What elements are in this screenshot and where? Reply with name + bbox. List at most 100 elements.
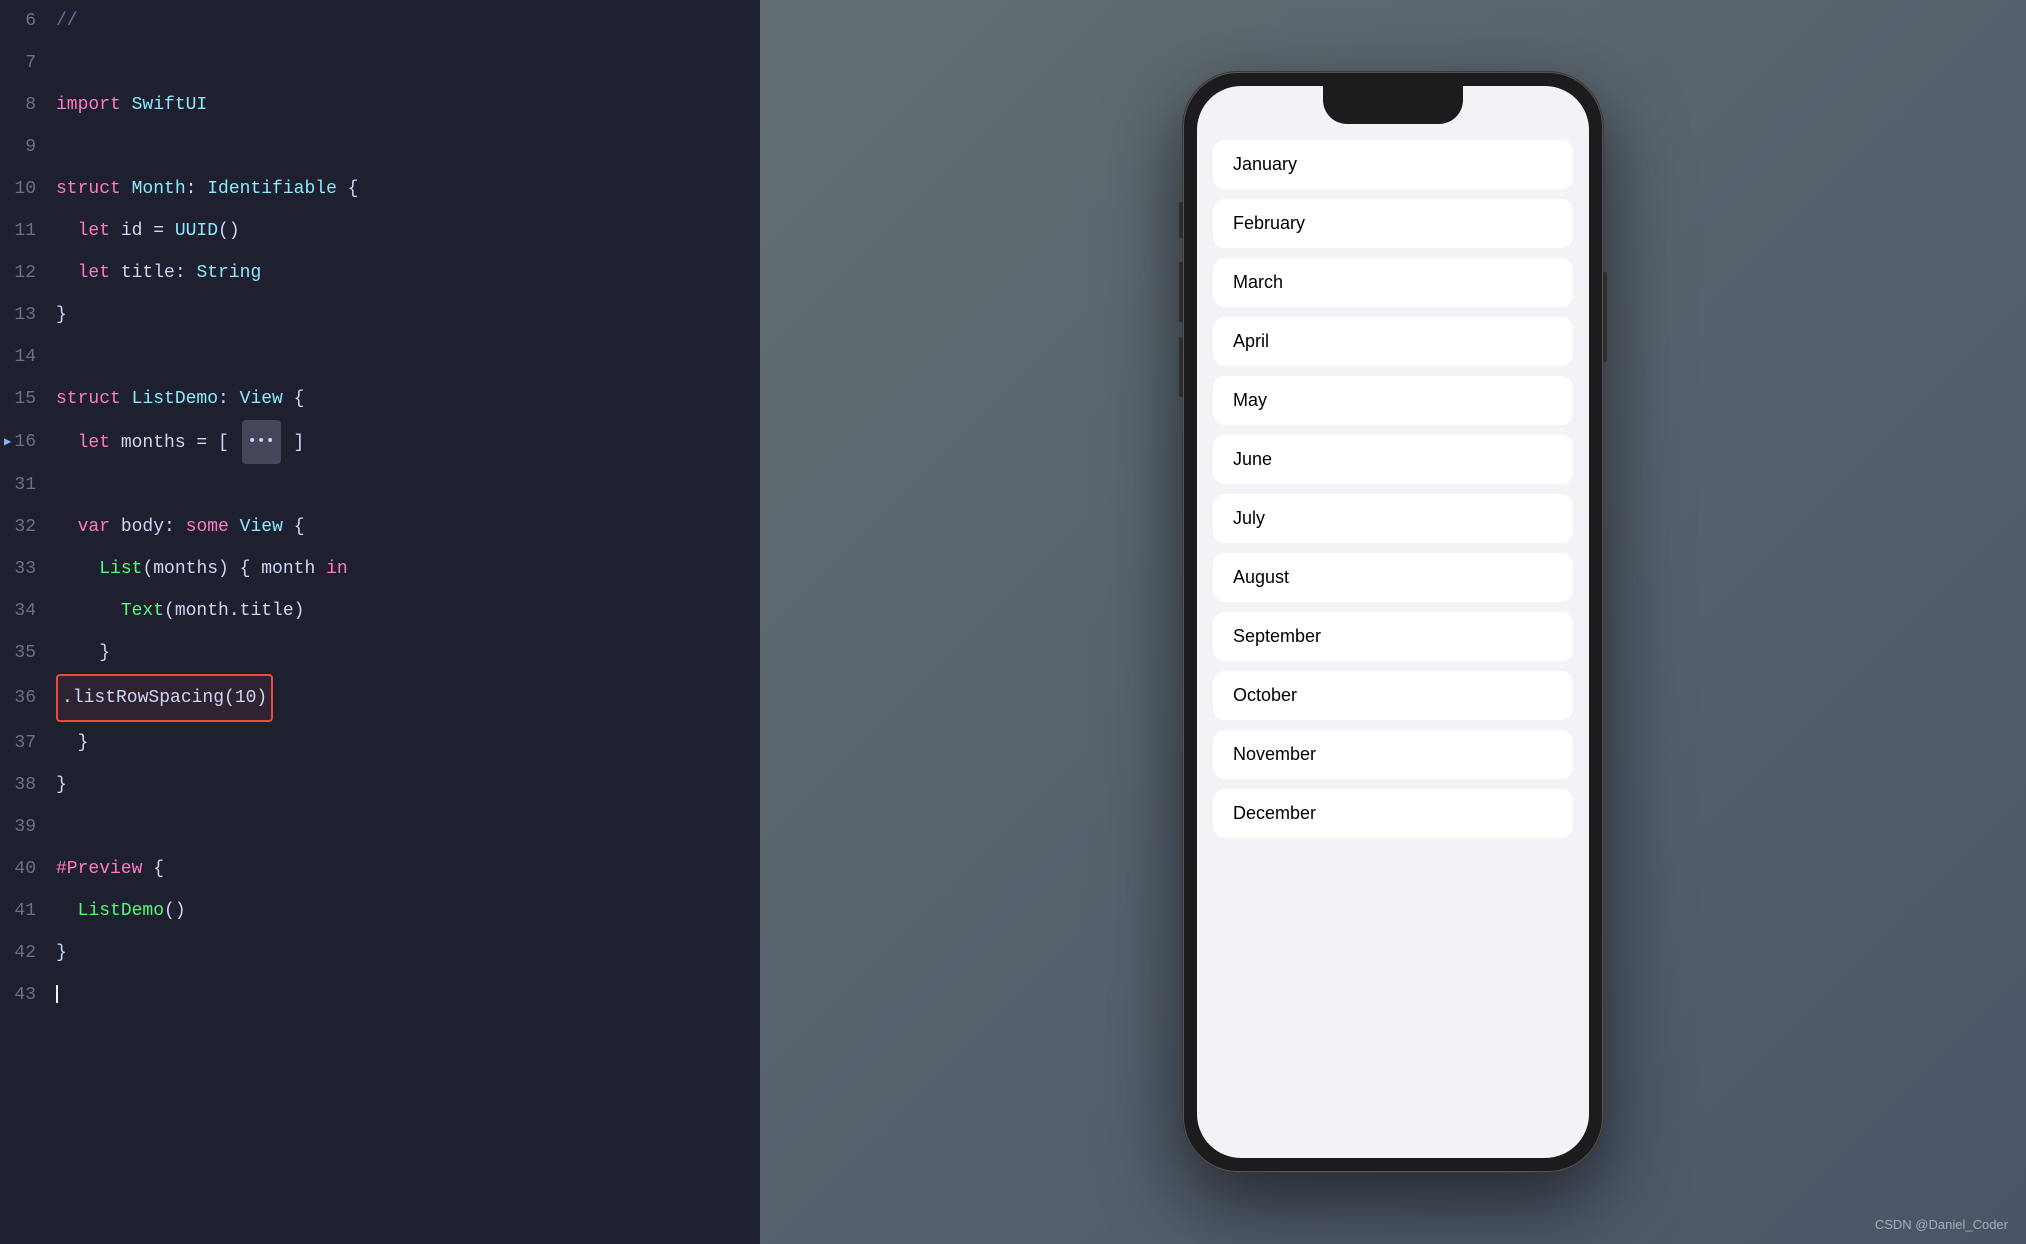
code-editor[interactable]: 6//78import SwiftUI910struct Month: Iden…	[0, 0, 760, 1244]
line-number: 16	[0, 421, 52, 463]
text-cursor	[56, 985, 58, 1003]
line-number: 6	[0, 0, 52, 42]
code-line-31: 31	[0, 464, 760, 506]
code-line-38: 38}	[0, 764, 760, 806]
list-item[interactable]: March	[1213, 258, 1573, 307]
list-item[interactable]: April	[1213, 317, 1573, 366]
token-plain	[121, 179, 132, 199]
token-type: UUID	[175, 221, 218, 241]
token-kw: struct	[56, 179, 121, 199]
code-line-10: 10struct Month: Identifiable {	[0, 168, 760, 210]
token-plain: {	[283, 517, 305, 537]
code-line-41: 41 ListDemo()	[0, 890, 760, 932]
line-number: 41	[0, 890, 52, 932]
code-line-40: 40#Preview {	[0, 848, 760, 890]
token-kw: var	[78, 517, 110, 537]
token-plain	[56, 517, 78, 537]
line-number: 9	[0, 126, 52, 168]
code-line-34: 34 Text(month.title)	[0, 590, 760, 632]
line-number: 8	[0, 84, 52, 126]
token-kw: #Preview	[56, 859, 142, 879]
line-number: 35	[0, 632, 52, 674]
list-item[interactable]: January	[1213, 140, 1573, 189]
list-item[interactable]: October	[1213, 671, 1573, 720]
token-kw: import	[56, 95, 121, 115]
list-item[interactable]: August	[1213, 553, 1573, 602]
token-func: ListDemo	[78, 901, 164, 921]
token-type: Month	[132, 179, 186, 199]
token-plain	[56, 433, 78, 453]
token-plain: ]	[283, 433, 305, 453]
token-plain: {	[337, 179, 359, 199]
token-plain: body:	[110, 517, 186, 537]
line-content: #Preview {	[52, 848, 760, 890]
watermark: CSDN @Daniel_Coder	[1875, 1217, 2008, 1232]
token-plain: months = [	[110, 433, 240, 453]
line-content: Text(month.title)	[52, 590, 760, 632]
token-plain: :	[186, 179, 208, 199]
token-plain: ()	[164, 901, 186, 921]
power-button	[1603, 272, 1607, 362]
code-line-16: 16 let months = [ ••• ]	[0, 420, 760, 464]
line-content: struct ListDemo: View {	[52, 378, 760, 420]
list-item[interactable]: December	[1213, 789, 1573, 838]
phone-screen: January February March April May June July Augu…	[1197, 86, 1589, 1158]
line-number: 34	[0, 590, 52, 632]
line-content: }	[52, 294, 760, 336]
token-func: List	[99, 559, 142, 579]
token-func: Text	[121, 601, 164, 621]
phone-frame: January February March April May June July Augu…	[1183, 72, 1603, 1172]
list-item[interactable]: September	[1213, 612, 1573, 661]
code-line-14: 14	[0, 336, 760, 378]
token-plain: }	[56, 775, 67, 795]
token-plain	[56, 901, 78, 921]
line-number: 13	[0, 294, 52, 336]
month-list: January February March April May June July Augu…	[1197, 132, 1589, 1158]
list-item[interactable]: May	[1213, 376, 1573, 425]
token-kw: let	[78, 263, 110, 283]
line-number: 7	[0, 42, 52, 84]
list-item[interactable]: February	[1213, 199, 1573, 248]
line-content: let id = UUID()	[52, 210, 760, 252]
code-line-12: 12 let title: String	[0, 252, 760, 294]
token-plain: }	[56, 305, 67, 325]
token-plain	[56, 559, 99, 579]
code-line-39: 39	[0, 806, 760, 848]
token-kw: in	[326, 559, 348, 579]
code-line-35: 35 }	[0, 632, 760, 674]
ellipsis-badge: •••	[242, 420, 281, 464]
line-number: 39	[0, 806, 52, 848]
token-type: SwiftUI	[132, 95, 208, 115]
list-item[interactable]: July	[1213, 494, 1573, 543]
token-plain	[121, 95, 132, 115]
token-kw: struct	[56, 389, 121, 409]
token-type: View	[240, 517, 283, 537]
line-number: 14	[0, 336, 52, 378]
line-content: List(months) { month in	[52, 548, 760, 590]
code-line-43: 43	[0, 974, 760, 1016]
token-plain	[56, 263, 78, 283]
notch	[1323, 86, 1463, 124]
token-plain: id =	[110, 221, 175, 241]
line-number: 33	[0, 548, 52, 590]
line-number: 43	[0, 974, 52, 1016]
code-line-11: 11 let id = UUID()	[0, 210, 760, 252]
line-number: 42	[0, 932, 52, 974]
line-content	[52, 974, 760, 1016]
line-number: 32	[0, 506, 52, 548]
list-item[interactable]: June	[1213, 435, 1573, 484]
line-content: var body: some View {	[52, 506, 760, 548]
token-plain: ()	[218, 221, 240, 241]
token-type: ListDemo	[132, 389, 218, 409]
list-item[interactable]: November	[1213, 730, 1573, 779]
token-plain	[56, 221, 78, 241]
token-plain: }	[56, 943, 67, 963]
line-content: //	[52, 0, 760, 42]
line-number: 40	[0, 848, 52, 890]
line-content: let months = [ ••• ]	[52, 420, 760, 464]
line-content: import SwiftUI	[52, 84, 760, 126]
code-line-33: 33 List(months) { month in	[0, 548, 760, 590]
token-type: View	[240, 389, 283, 409]
token-plain	[121, 389, 132, 409]
token-plain: title:	[110, 263, 196, 283]
